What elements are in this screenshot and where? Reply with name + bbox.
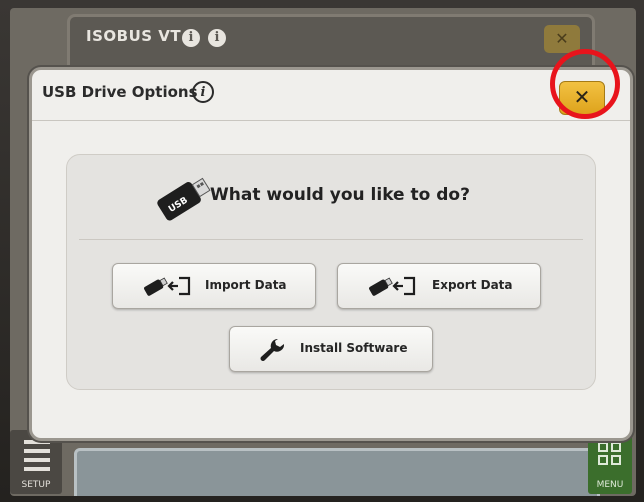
- export-data-button[interactable]: Export Data: [337, 263, 541, 309]
- info-icon[interactable]: i: [182, 29, 200, 47]
- info-icon[interactable]: i: [208, 29, 226, 47]
- bottom-panel: [74, 448, 600, 496]
- isobus-vt-title: ISOBUS VT: [86, 27, 182, 45]
- usb-import-icon: [144, 276, 191, 296]
- menu-label: MENU: [596, 480, 624, 490]
- prompt-text: What would you like to do?: [210, 185, 470, 205]
- grid-icon: [598, 442, 622, 466]
- usb-export-icon: [369, 276, 416, 296]
- export-data-label: Export Data: [432, 278, 513, 292]
- info-icon[interactable]: i: [192, 81, 214, 103]
- divider: [79, 239, 583, 240]
- highlight-ring: [550, 49, 620, 119]
- usb-drive-options-dialog: USB Drive Options i ✕ USB What would you…: [29, 67, 633, 441]
- wrench-icon: [260, 338, 285, 361]
- question-row: USB What would you like to do?: [67, 155, 595, 235]
- dialog-title: USB Drive Options: [42, 83, 198, 101]
- dialog-header: USB Drive Options i ✕: [32, 70, 630, 121]
- usb-drive-icon: USB: [157, 177, 211, 221]
- import-data-label: Import Data: [205, 278, 287, 292]
- options-panel: USB What would you like to do? Import Da…: [66, 154, 596, 390]
- setup-label: SETUP: [21, 480, 51, 490]
- import-data-button[interactable]: Import Data: [112, 263, 316, 309]
- install-software-button[interactable]: Install Software: [229, 326, 433, 372]
- isobus-vt-header: ISOBUS VT i i ✕: [70, 17, 592, 57]
- setup-list-icon: [24, 440, 50, 476]
- isobus-vt-close-button[interactable]: ✕: [544, 25, 580, 53]
- install-software-label: Install Software: [300, 341, 408, 355]
